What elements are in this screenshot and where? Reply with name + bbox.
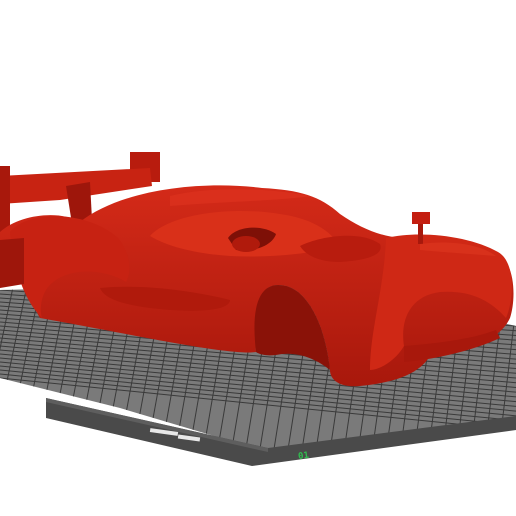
build-plate-label: 01 [298,451,310,462]
mirror-head [412,212,430,224]
scene-canvas[interactable]: 01 [0,0,516,516]
mirror-stalk [418,224,423,244]
3d-viewport[interactable]: 01 [0,0,516,516]
rear-diffuser [0,238,24,288]
driver-helmet [232,236,260,252]
